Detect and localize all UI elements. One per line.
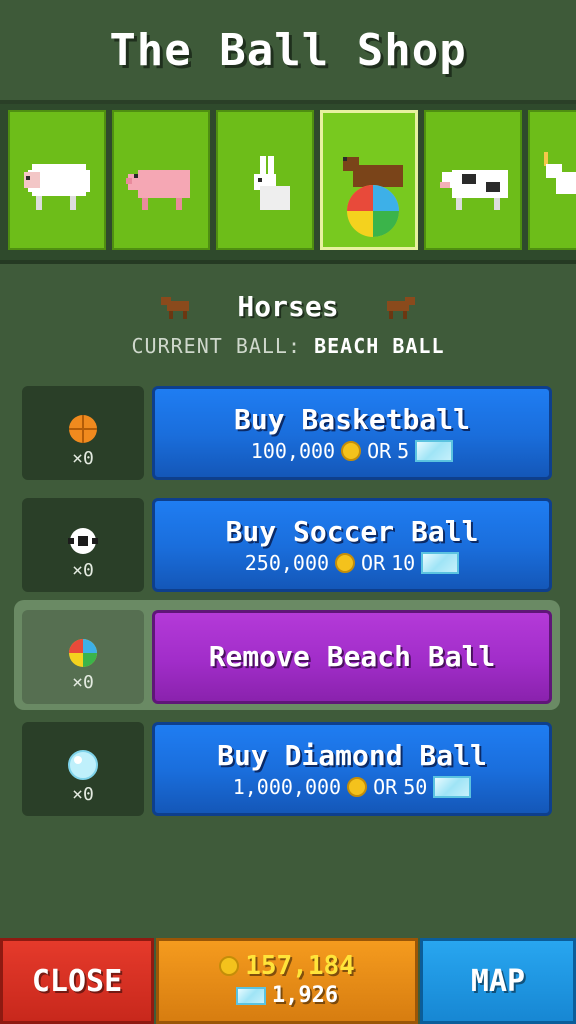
remove-beach-ball-button[interactable]: Remove Beach Ball: [152, 610, 552, 704]
coin-icon: [219, 956, 240, 976]
bottom-bar: CLOSE 157,184 1,926 MAP: [0, 938, 576, 1024]
ball-count: ×0: [72, 784, 94, 805]
ball-count: ×0: [72, 672, 94, 693]
close-label: CLOSE: [31, 963, 123, 999]
buy-soccer-ball-button[interactable]: Buy Soccer Ball 250,000 OR 10: [152, 498, 552, 592]
button-title: Buy Soccer Ball: [225, 515, 479, 548]
gem-price: 5: [397, 439, 410, 463]
gem-icon: [433, 776, 472, 798]
pig-icon: [126, 170, 190, 210]
unicorn-icon: [544, 152, 576, 194]
ball-count: ×0: [72, 448, 94, 469]
animal-selector[interactable]: [0, 104, 576, 264]
gem-price: 10: [391, 551, 416, 575]
animal-tile-unicorn[interactable]: [528, 110, 576, 250]
soccer-ball-icon: [68, 528, 98, 554]
button-title: Buy Basketball: [233, 403, 470, 436]
basketball-icon: [69, 415, 97, 443]
category-name: Horses: [237, 289, 339, 323]
ball-row-soccer: ×0 Buy Soccer Ball 250,000 OR 10: [22, 498, 552, 592]
gem-icon: [421, 552, 460, 574]
gem-price: 50: [403, 775, 428, 799]
rabbit-icon: [254, 156, 290, 210]
ball-row-beach: ×0 Remove Beach Ball: [22, 610, 552, 704]
coin-balance: 157,184: [219, 951, 355, 981]
buy-diamond-ball-button[interactable]: Buy Diamond Ball 1,000,000 OR 50: [152, 722, 552, 816]
map-button[interactable]: MAP: [420, 938, 576, 1024]
current-ball: CURRENT BALL: BEACH BALL: [0, 334, 576, 358]
horse-with-beach-ball-icon: [343, 157, 403, 237]
current-ball-value: BEACH BALL: [314, 334, 445, 358]
coin-icon: [347, 777, 368, 797]
animal-tile-rabbit[interactable]: [216, 110, 314, 250]
gem-balance: 1,926: [235, 981, 339, 1011]
or-label: OR: [361, 551, 386, 575]
animal-tile-sheep[interactable]: [8, 110, 106, 250]
ball-slot: ×0: [22, 722, 144, 816]
price-line: 1,000,000 OR 50: [233, 775, 472, 799]
coin-icon: [341, 441, 362, 461]
or-label: OR: [373, 775, 398, 799]
coin-total: 157,184: [245, 951, 355, 981]
gem-icon: [415, 440, 454, 462]
animal-tile-pig[interactable]: [112, 110, 210, 250]
ball-row-diamond: ×0 Buy Diamond Ball 1,000,000 OR 50: [22, 722, 552, 816]
ball-slot: ×0: [22, 498, 144, 592]
gem-icon: [235, 987, 266, 1005]
ball-count: ×0: [72, 560, 94, 581]
gem-total: 1,926: [271, 983, 339, 1008]
animal-tile-horse[interactable]: [320, 110, 418, 250]
category-heading: Horses: [0, 284, 576, 328]
beach-ball-icon: [69, 639, 97, 667]
ball-slot: ×0: [22, 610, 144, 704]
map-label: MAP: [470, 963, 526, 999]
ball-slot: ×0: [22, 386, 144, 480]
animal-tile-cow[interactable]: [424, 110, 522, 250]
horse-icon: [386, 297, 415, 319]
coin-price: 1,000,000: [232, 775, 342, 799]
diamond-ball-icon: [68, 750, 98, 780]
currency-panel: 157,184 1,926: [156, 938, 418, 1024]
coin-icon: [335, 553, 356, 573]
coin-price: 250,000: [244, 551, 330, 575]
button-title: Buy Diamond Ball: [217, 739, 487, 772]
ball-row-basketball: ×0 Buy Basketball 100,000 OR 5: [22, 386, 552, 480]
close-button[interactable]: CLOSE: [0, 938, 154, 1024]
cow-icon: [440, 170, 508, 210]
price-line: 100,000 OR 5: [250, 439, 454, 463]
sheep-icon: [24, 164, 90, 210]
horse-icon: [161, 297, 190, 319]
buy-basketball-button[interactable]: Buy Basketball 100,000 OR 5: [152, 386, 552, 480]
button-title: Remove Beach Ball: [208, 640, 496, 673]
shop-header: The Ball Shop: [0, 0, 576, 104]
page-title: The Ball Shop: [109, 24, 467, 76]
coin-price: 100,000: [250, 439, 336, 463]
or-label: OR: [367, 439, 392, 463]
current-ball-label: CURRENT BALL:: [131, 334, 302, 358]
price-line: 250,000 OR 10: [244, 551, 460, 575]
